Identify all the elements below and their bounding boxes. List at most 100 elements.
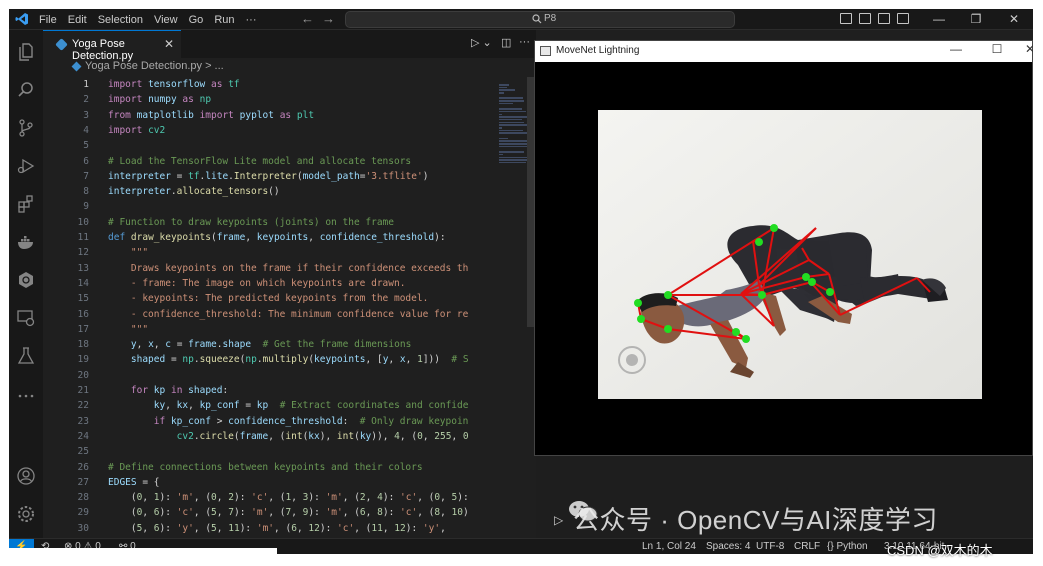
minimap-line [499, 113, 502, 116]
close-tab-icon[interactable]: ✕ [164, 37, 174, 51]
code-text: (5, 6): 'y', (5, 11): 'm', (6, 12): 'c',… [108, 522, 446, 534]
minimap-line [499, 124, 527, 126]
more-actions-icon[interactable]: ··· [519, 36, 530, 48]
code-line[interactable]: 15 - keypoints: The predicted keypoints … [43, 291, 496, 306]
code-line[interactable]: 7 interpreter = tf.lite.Interpreter(model… [43, 169, 496, 184]
command-center[interactable]: P8 [345, 11, 735, 28]
code-line[interactable]: 13 Draws keypoints on the frame if their… [43, 261, 496, 276]
minimap[interactable] [499, 84, 529, 164]
code-line[interactable]: 26 # Define connections between keypoints… [43, 460, 496, 475]
line-number: 19 [77, 354, 89, 366]
code-line[interactable]: 9 [43, 199, 496, 214]
line-ending[interactable]: CRLF [794, 541, 820, 552]
code-line[interactable]: 28 (0, 1): 'm', (0, 2): 'c', (1, 3): 'm'… [43, 490, 496, 505]
code-line[interactable]: 3 from matplotlib import pyplot as plt [43, 108, 496, 123]
run-icon[interactable]: ▷ [554, 513, 563, 527]
code-line[interactable]: 30 (5, 6): 'y', (5, 11): 'm', (6, 12): '… [43, 521, 496, 536]
movenet-minimize-button[interactable]: — [944, 42, 968, 56]
line-number: 26 [77, 461, 89, 473]
code-line[interactable]: 29 (0, 6): 'c', (5, 7): 'm', (7, 9): 'm'… [43, 505, 496, 520]
menu-selection[interactable]: Selection [98, 14, 143, 26]
code-line[interactable]: 23 if kp_conf > confidence_threshold: # … [43, 414, 496, 429]
line-number: 28 [77, 492, 89, 504]
code-text: interpreter.allocate_tensors() [108, 186, 280, 198]
toggle-panel-icon[interactable] [878, 13, 890, 24]
minimap-line [499, 110, 526, 113]
activity-bar [9, 30, 43, 538]
menu-view[interactable]: View [154, 14, 178, 26]
code-line[interactable]: 14 - frame: The image on which keypoints… [43, 276, 496, 291]
code-line[interactable]: 5 [43, 138, 496, 153]
code-line[interactable]: 21 for kp in shaped: [43, 383, 496, 398]
code-line[interactable]: 27 EDGES = { [43, 475, 496, 490]
remote-explorer-icon[interactable] [16, 308, 36, 328]
minimize-button[interactable]: — [924, 9, 954, 30]
file-encoding[interactable]: UTF-8 [756, 541, 784, 552]
code-line[interactable]: 20 [43, 368, 496, 383]
code-line[interactable]: 8 interpreter.allocate_tensors() [43, 184, 496, 199]
minimap-line [499, 145, 527, 148]
extensions-icon[interactable] [16, 194, 36, 214]
code-line[interactable]: 4 import cv2 [43, 123, 496, 138]
movenet-title-bar: MoveNet Lightning — ☐ ✕ [535, 41, 1033, 62]
movenet-close-button[interactable]: ✕ [1018, 42, 1033, 56]
code-line[interactable]: 18 y, x, c = frame.shape # Get the frame… [43, 337, 496, 352]
close-window-button[interactable]: ✕ [999, 9, 1029, 30]
code-line[interactable]: 1 import tensorflow as tf [43, 77, 496, 92]
language-label: Python [836, 541, 868, 552]
restore-button[interactable]: ❐ [961, 9, 991, 30]
movenet-maximize-button[interactable]: ☐ [985, 42, 1009, 56]
code-line[interactable]: 17 """ [43, 322, 496, 337]
code-line[interactable]: 24 cv2.circle(frame, (int(kx), int(ky)),… [43, 429, 496, 444]
code-line[interactable]: 2 import numpy as np [43, 92, 496, 107]
toggle-sidebar-icon[interactable] [859, 13, 871, 24]
keypoint [637, 315, 645, 323]
code-line[interactable]: 6 # Load the TensorFlow Lite model and al… [43, 154, 496, 169]
back-arrow-icon[interactable]: ← [301, 11, 314, 26]
code-text: if kp_conf > confidence_threshold: # Onl… [153, 415, 469, 427]
code-line[interactable]: 11 def draw_keypoints(frame, keypoints, c… [43, 230, 496, 245]
explorer-icon[interactable] [16, 42, 36, 62]
account-icon[interactable] [16, 466, 36, 486]
forward-arrow-icon[interactable]: → [322, 11, 335, 26]
line-number: 9 [83, 201, 89, 213]
more-views-icon[interactable] [16, 386, 36, 406]
cursor-position[interactable]: Ln 1, Col 24 [642, 541, 696, 552]
menu-file[interactable]: File [39, 14, 57, 26]
code-line[interactable]: 10 # Function to draw keypoints (joints) … [43, 215, 496, 230]
menu-more[interactable]: ··· [246, 14, 257, 26]
menu-go[interactable]: Go [189, 14, 204, 26]
code-line[interactable]: 12 """ [43, 245, 496, 260]
menu-run[interactable]: Run [214, 14, 234, 26]
customize-layout-icon[interactable] [840, 13, 852, 24]
minimap-line [499, 121, 524, 124]
minimap-line [499, 97, 523, 99]
run-python-file-icon[interactable]: ▷ ⌄ [471, 36, 492, 49]
search-icon[interactable] [16, 80, 36, 100]
indentation[interactable]: Spaces: 4 [706, 541, 750, 552]
tab-bar: Yoga Pose Detection.py ✕ ▷ ⌄ ◫ ··· [43, 30, 536, 62]
keypoint [742, 335, 750, 343]
code-editor[interactable]: 1 import tensorflow as tf 2 import numpy as… [43, 77, 496, 538]
keypoint [732, 328, 740, 336]
command-center-text: P8 [544, 13, 557, 24]
vscode-window: File Edit Selection View Go Run ··· ← → … [9, 9, 1033, 554]
run-debug-icon[interactable] [16, 156, 36, 176]
docker-icon[interactable] [16, 232, 36, 252]
kubernetes-icon[interactable] [16, 270, 36, 290]
toggle-secondary-sidebar-icon[interactable] [897, 13, 909, 24]
code-line[interactable]: 22 ky, kx, kp_conf = kp # Extract coordi… [43, 398, 496, 413]
split-editor-icon[interactable]: ◫ [501, 36, 511, 49]
tab-yoga-pose-detection[interactable]: Yoga Pose Detection.py ✕ [43, 30, 181, 62]
breadcrumb-path[interactable]: Yoga Pose Detection.py > ... [85, 60, 224, 72]
menu-edit[interactable]: Edit [68, 14, 87, 26]
settings-gear-icon[interactable] [16, 504, 36, 524]
code-line[interactable]: 25 [43, 444, 496, 459]
code-line[interactable]: 16 - confidence_threshold: The minimum c… [43, 307, 496, 322]
testing-icon[interactable] [16, 346, 36, 366]
movenet-window: MoveNet Lightning — ☐ ✕ [534, 40, 1033, 456]
source-control-icon[interactable] [16, 118, 36, 138]
code-text: Draws keypoints on the frame if their co… [108, 262, 469, 274]
language-mode[interactable]: {} Python [827, 541, 868, 552]
code-line[interactable]: 19 shaped = np.squeeze(np.multiply(keypo… [43, 352, 496, 367]
